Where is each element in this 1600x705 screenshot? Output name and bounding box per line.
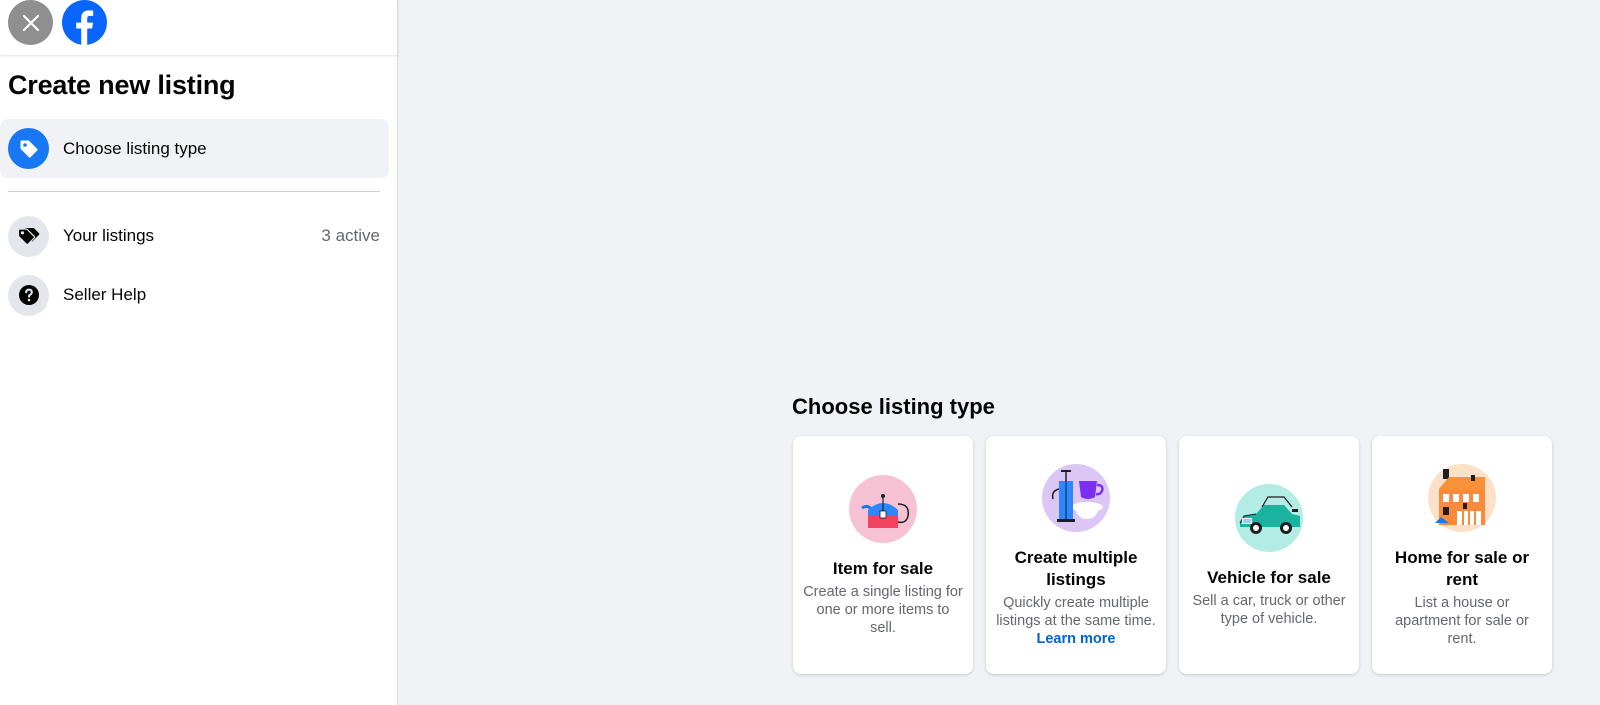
divider <box>8 191 380 192</box>
house-icon <box>1428 463 1496 532</box>
card-description: List a house or apartment for sale or re… <box>1395 594 1529 647</box>
card-home-for-sale-or-rent[interactable]: Home for sale or rent List a house or ap… <box>1372 436 1552 674</box>
nav-item-seller-help[interactable]: Seller Help <box>0 271 389 319</box>
learn-more-link[interactable]: Learn more <box>1037 630 1116 648</box>
nav-item-your-listings[interactable]: Your listings 3 active <box>0 212 389 260</box>
coffee-press-icon <box>1042 463 1110 532</box>
car-icon <box>1235 483 1303 552</box>
card-create-multiple-listings[interactable]: Create multiple listings Quickly create … <box>986 436 1166 674</box>
card-title: Item for sale <box>832 558 934 578</box>
nav-label: Your listings <box>63 226 155 245</box>
card-title: Home for sale or rent <box>1394 547 1530 589</box>
tags-icon <box>8 215 49 257</box>
card-vehicle-for-sale[interactable]: Vehicle for sale Sell a car, truck or ot… <box>1179 436 1359 674</box>
teapot-icon <box>849 474 917 543</box>
sidebar-header <box>0 0 398 55</box>
facebook-logo[interactable] <box>62 0 107 45</box>
page-title: Choose listing type <box>792 394 995 419</box>
card-title: Vehicle for sale <box>1207 567 1331 587</box>
sidebar: Create new listing Choose listing type Y… <box>0 0 398 705</box>
sidebar-title: Create new listing <box>8 70 236 100</box>
card-description: Quickly create multiple listings at the … <box>996 594 1156 629</box>
close-icon <box>22 14 39 31</box>
nav-item-choose-listing-type[interactable]: Choose listing type <box>0 119 389 178</box>
nav-label: Choose listing type <box>63 138 207 158</box>
card-title: Create multiple listings <box>1014 547 1138 589</box>
nav-label: Seller Help <box>63 285 147 304</box>
help-icon <box>8 274 49 316</box>
close-button[interactable] <box>8 0 53 45</box>
card-item-for-sale[interactable]: Item for sale Create a single listing fo… <box>793 436 973 674</box>
card-description: Create a single listing for one or more … <box>803 583 963 636</box>
tag-icon <box>8 128 49 169</box>
card-description: Sell a car, truck or other type of vehic… <box>1192 592 1346 627</box>
active-count: 3 active <box>321 226 380 245</box>
